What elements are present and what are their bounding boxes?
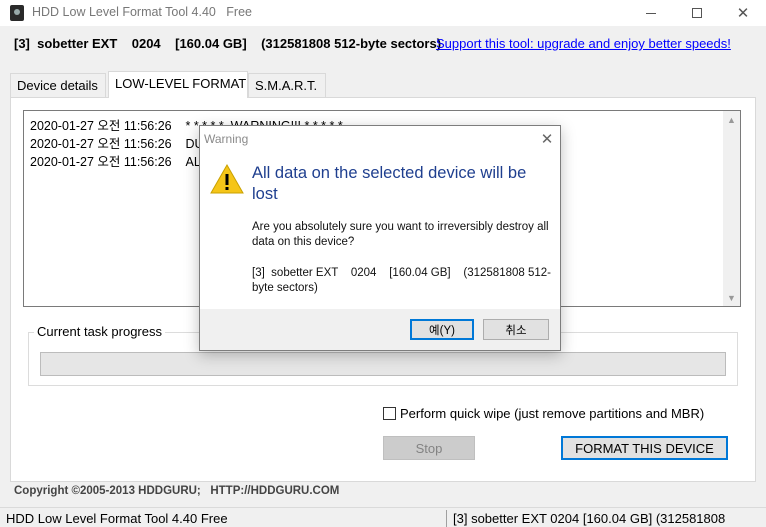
warning-dialog: Warning ✕ All data on the selected devic… [199, 125, 561, 351]
dialog-close-button[interactable]: ✕ [536, 128, 558, 150]
dialog-cancel-button[interactable]: 취소 [483, 319, 549, 340]
progress-title: Current task progress [34, 324, 165, 339]
minimize-icon [646, 12, 656, 14]
copyright-text: Copyright ©2005-2013 HDDGURU; HTTP://HDD… [14, 485, 340, 497]
status-device-info: [3] sobetter EXT 0204 [160.04 GB] (31258… [453, 511, 726, 526]
window-title: HDD Low Level Format Tool 4.40 Free [32, 5, 253, 19]
quick-wipe-label[interactable]: Perform quick wipe (just remove partitio… [400, 406, 704, 421]
close-icon: ✕ [540, 131, 554, 148]
maximize-button[interactable] [674, 0, 720, 26]
tab-smart[interactable]: S.M.A.R.T. [248, 73, 326, 97]
task-progress-bar [40, 352, 726, 376]
dialog-message: Are you absolutely sure you want to irre… [252, 221, 549, 248]
dialog-title: Warning [204, 132, 249, 146]
dialog-device-info: [3] sobetter EXT 0204 [160.04 GB] (31258… [252, 267, 551, 294]
hdd-icon [10, 5, 24, 21]
log-scrollbar[interactable]: ▲ ▼ [723, 111, 740, 306]
quick-wipe-checkbox[interactable] [383, 407, 396, 420]
tab-device-details[interactable]: Device details [10, 73, 106, 97]
scroll-up-icon[interactable]: ▲ [723, 111, 740, 128]
maximize-icon [692, 8, 702, 18]
warning-icon [210, 164, 244, 194]
close-window-button[interactable]: ✕ [720, 0, 766, 26]
stop-button[interactable]: Stop [383, 436, 475, 460]
format-device-button[interactable]: FORMAT THIS DEVICE [561, 436, 728, 460]
selected-device-info: [3] sobetter EXT 0204 [160.04 GB] (31258… [14, 36, 442, 51]
tab-low-level-format[interactable]: LOW-LEVEL FORMAT [108, 71, 248, 98]
scroll-down-icon[interactable]: ▼ [723, 289, 740, 306]
log-line: 2020-01-27 오전 11:56:26 DU [30, 137, 204, 151]
close-icon: ✕ [736, 5, 750, 22]
status-bar: HDD Low Level Format Tool 4.40 Free [3] … [0, 507, 766, 527]
support-link[interactable]: Support this tool: upgrade and enjoy bet… [436, 36, 731, 51]
log-line: 2020-01-27 오전 11:56:26 AL [30, 155, 201, 169]
title-bar: HDD Low Level Format Tool 4.40 Free ✕ [0, 0, 766, 26]
status-app-name: HDD Low Level Format Tool 4.40 Free [6, 511, 228, 526]
dialog-yes-button[interactable]: 예(Y) [410, 319, 474, 340]
status-divider [446, 510, 447, 527]
dialog-heading: All data on the selected device will be … [252, 164, 527, 203]
minimize-button[interactable] [628, 0, 674, 26]
